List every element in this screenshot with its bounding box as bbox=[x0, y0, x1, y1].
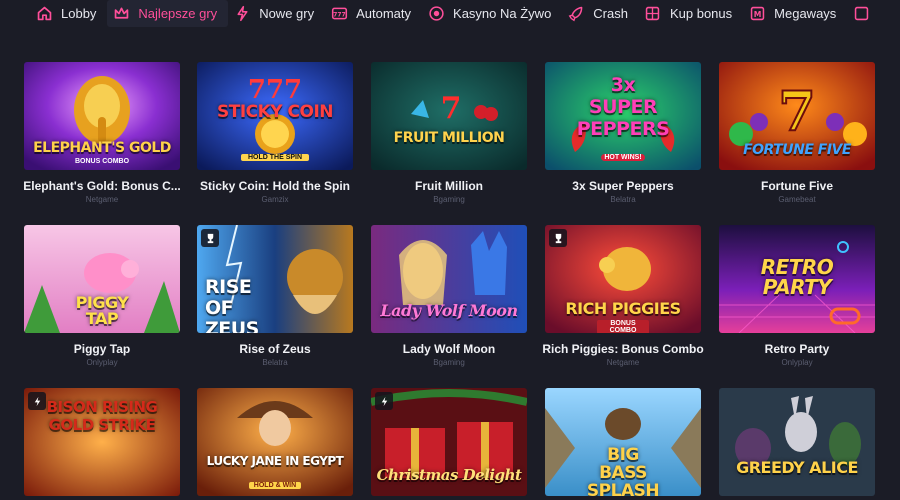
nav-top-games[interactable]: Najlepsze gry bbox=[107, 0, 229, 27]
game-art-title: ELEPHANT'S GOLD bbox=[33, 140, 171, 156]
game-title[interactable]: 3x Super Peppers bbox=[539, 179, 707, 193]
svg-text:777: 777 bbox=[333, 11, 345, 18]
game-provider: Netgame bbox=[606, 358, 640, 367]
nav-megaways-label: Megaways bbox=[774, 6, 837, 21]
game-art-subtitle: HOT WINS! bbox=[601, 154, 645, 161]
game-art-title: PIGGY TAP bbox=[75, 293, 129, 328]
trophy-icon bbox=[207, 233, 213, 243]
nav-new-games-label: Nowe gry bbox=[259, 6, 315, 21]
game-art-title: RISE OF ZEUS bbox=[205, 276, 259, 334]
trophy-badge bbox=[201, 229, 219, 247]
game-art-title: LUCKY JANE IN EGYPT bbox=[206, 454, 344, 468]
nav-crash-label: Crash bbox=[593, 6, 628, 21]
game-title[interactable]: Lady Wolf Moon bbox=[365, 342, 533, 356]
game-thumbnail[interactable]: Christmas Delight bbox=[371, 388, 527, 496]
game-art-title: FORTUNE FIVE bbox=[743, 142, 851, 158]
svg-text:M: M bbox=[753, 10, 761, 19]
game-provider: Belatra bbox=[610, 195, 636, 204]
nav-buy-bonus[interactable]: Kup bonus bbox=[639, 0, 743, 27]
game-thumbnail[interactable]: RETRO PARTY bbox=[719, 225, 875, 333]
nav-slots[interactable]: 777 Automaty bbox=[325, 0, 422, 27]
lightning-icon bbox=[233, 5, 251, 23]
game-art-subtitle: BONUS COMBO bbox=[74, 158, 130, 165]
game-thumbnail[interactable]: PIGGY TAP bbox=[24, 225, 180, 333]
game-art-subtitle: HOLD THE SPIN bbox=[241, 154, 309, 161]
nav-lobby-label: Lobby bbox=[61, 6, 97, 21]
game-thumbnail[interactable]: BIG BASS SPLASH bbox=[545, 388, 701, 496]
game-thumbnail[interactable]: RICH PIGGIES BONUS COMBO bbox=[545, 225, 701, 333]
game-provider: Bgaming bbox=[433, 358, 465, 367]
game-thumbnail[interactable]: ELEPHANT'S GOLD BONUS COMBO bbox=[24, 62, 180, 170]
game-provider: Gamebeat bbox=[778, 195, 816, 204]
category-nav: Lobby Najlepsze gry Nowe gry 777 Automat… bbox=[0, 0, 900, 27]
game-title[interactable]: Rise of Zeus bbox=[191, 342, 359, 356]
lucky-jane-art bbox=[197, 388, 353, 496]
game-provider: Gamzix bbox=[261, 195, 289, 204]
game-thumbnail[interactable]: LUCKY JANE IN EGYPT HOLD & WIN bbox=[197, 388, 353, 496]
nav-more[interactable] bbox=[847, 0, 889, 27]
svg-text:7: 7 bbox=[441, 91, 462, 126]
lightning-icon bbox=[381, 396, 387, 406]
game-art-title: RICH PIGGIES bbox=[565, 299, 681, 318]
overflow-icon bbox=[852, 5, 870, 23]
game-provider: Belatra bbox=[262, 358, 288, 367]
game-title[interactable]: Fortune Five bbox=[713, 179, 881, 193]
game-art-title: FRUIT MILLION bbox=[393, 130, 505, 146]
game-thumbnail[interactable]: GREEDY ALICE bbox=[719, 388, 875, 496]
game-title[interactable]: Piggy Tap bbox=[18, 342, 186, 356]
game-thumbnail[interactable]: 3x SUPER PEPPERS HOT WINS! bbox=[545, 62, 701, 170]
nav-top-games-label: Najlepsze gry bbox=[138, 6, 218, 21]
game-art-subtitle: HOLD & WIN bbox=[249, 482, 301, 489]
game-provider: Bgaming bbox=[433, 195, 465, 204]
nav-crash[interactable]: Crash bbox=[562, 0, 639, 27]
greedy-alice-art bbox=[719, 388, 875, 496]
game-thumbnail[interactable]: BISON RISING GOLD STRIKE bbox=[24, 388, 180, 496]
game-title[interactable]: Sticky Coin: Hold the Spin bbox=[191, 179, 359, 193]
nav-buy-bonus-label: Kup bonus bbox=[669, 6, 733, 21]
game-title[interactable]: Retro Party bbox=[713, 342, 881, 356]
nav-live-casino[interactable]: Kasyno Na Żywo bbox=[422, 0, 562, 27]
game-art-title: BISON RISING GOLD STRIKE bbox=[46, 398, 158, 434]
nav-new-games[interactable]: Nowe gry bbox=[228, 0, 325, 27]
live-icon bbox=[427, 5, 445, 23]
nav-live-casino-label: Kasyno Na Żywo bbox=[453, 6, 552, 21]
game-art-title: 3x SUPER PEPPERS bbox=[576, 74, 670, 140]
game-art-title: GREEDY ALICE bbox=[736, 458, 858, 477]
game-title[interactable]: Fruit Million bbox=[365, 179, 533, 193]
nav-lobby[interactable]: Lobby bbox=[30, 0, 107, 27]
game-thumbnail[interactable]: 777 STICKY COIN HOLD THE SPIN bbox=[197, 62, 353, 170]
crown-icon bbox=[112, 5, 130, 23]
trophy-icon bbox=[555, 233, 561, 243]
game-title[interactable]: Rich Piggies: Bonus Combo bbox=[539, 342, 707, 356]
game-art-title: STICKY COIN bbox=[216, 102, 334, 122]
slot-777-icon: 777 bbox=[330, 5, 348, 23]
game-provider: Netgame bbox=[85, 195, 119, 204]
home-icon bbox=[35, 5, 53, 23]
nav-slots-label: Automaty bbox=[356, 6, 412, 21]
game-art-title: Christmas Delight bbox=[376, 466, 522, 484]
svg-text:7: 7 bbox=[778, 79, 816, 143]
game-art-subtitle: BONUS COMBO bbox=[597, 320, 649, 333]
nav-megaways[interactable]: M Megaways bbox=[743, 0, 847, 27]
megaways-icon: M bbox=[748, 5, 766, 23]
game-provider: Onlyplay bbox=[86, 358, 118, 367]
bonus-icon bbox=[644, 5, 662, 23]
rocket-icon bbox=[567, 5, 585, 23]
game-provider: Onlyplay bbox=[781, 358, 813, 367]
game-art-title: RETRO PARTY bbox=[760, 255, 834, 299]
game-title[interactable]: Elephant's Gold: Bonus C... bbox=[18, 179, 186, 193]
game-thumbnail[interactable]: 7 FRUIT MILLION bbox=[371, 62, 527, 170]
trophy-badge bbox=[549, 229, 567, 247]
fruit-million-art: 7 bbox=[371, 62, 527, 170]
game-art-title: BIG BASS SPLASH bbox=[586, 445, 660, 496]
game-thumbnail[interactable]: Lady Wolf Moon bbox=[371, 225, 527, 333]
svg-text:777: 777 bbox=[248, 75, 302, 105]
game-thumbnail[interactable]: 7 FORTUNE FIVE bbox=[719, 62, 875, 170]
game-art-title: Lady Wolf Moon bbox=[380, 301, 518, 320]
lightning-badge bbox=[375, 392, 393, 410]
game-thumbnail[interactable]: RISE OF ZEUS bbox=[197, 225, 353, 333]
